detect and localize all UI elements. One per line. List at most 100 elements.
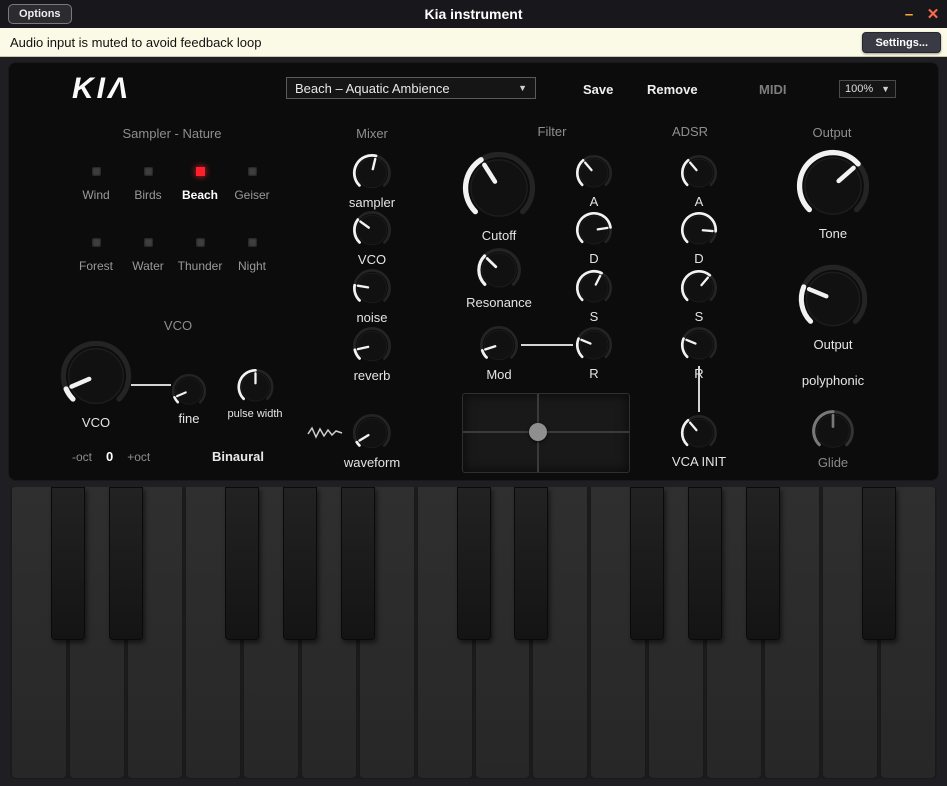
knob-dial[interactable]: [352, 413, 392, 453]
keyboard: [10, 487, 937, 779]
piano-key-black[interactable]: [283, 487, 317, 640]
remove-button[interactable]: Remove: [647, 82, 698, 97]
knob-dial[interactable]: [797, 263, 869, 335]
sample-led: [248, 238, 257, 247]
piano-key-black[interactable]: [225, 487, 259, 640]
knob-dial[interactable]: [680, 154, 718, 192]
knob-label: Resonance: [466, 295, 532, 310]
knob-label: S: [695, 309, 704, 324]
sample-label: Night: [238, 259, 266, 273]
sample-button-forest[interactable]: Forest: [70, 238, 122, 273]
piano-key-black[interactable]: [746, 487, 780, 640]
knob-dial[interactable]: [680, 326, 718, 364]
knob-dial[interactable]: [479, 325, 519, 365]
output-knob: Output: [797, 263, 869, 352]
mixer-reverb-knob: reverb: [352, 326, 392, 383]
knob-dial[interactable]: [575, 211, 613, 249]
filter-section-title: Filter: [538, 124, 567, 139]
zoom-select[interactable]: 100% ▼: [839, 80, 896, 98]
piano-key-black[interactable]: [514, 487, 548, 640]
waveform-icon: [306, 424, 344, 442]
binaural-toggle[interactable]: Binaural: [212, 449, 264, 464]
chevron-down-icon: ▼: [518, 83, 527, 93]
piano-key-black[interactable]: [341, 487, 375, 640]
mixer-section-title: Mixer: [356, 126, 388, 141]
sample-label: Forest: [79, 259, 113, 273]
filter-cutoff-knob: Cutoff: [461, 150, 537, 243]
knob-label: Output: [813, 337, 852, 352]
sample-button-thunder[interactable]: Thunder: [174, 238, 226, 273]
knob-label: A: [695, 194, 704, 209]
kia-logo-text: KIΛ: [72, 72, 131, 105]
zoom-value: 100%: [845, 83, 873, 95]
octave-down-button[interactable]: -oct: [72, 450, 92, 464]
preset-select[interactable]: Beach – Aquatic Ambience ▼: [286, 77, 536, 99]
xy-pad-handle[interactable]: [529, 423, 547, 441]
sample-led: [248, 167, 257, 176]
fine-knob: fine: [171, 373, 207, 426]
sample-label: Water: [132, 259, 164, 273]
polyphonic-mode-label[interactable]: polyphonic: [802, 373, 864, 388]
sample-button-night[interactable]: Night: [226, 238, 278, 273]
chevron-down-icon: ▼: [881, 84, 890, 94]
piano-key-black[interactable]: [688, 487, 722, 640]
knob-label: pulse width: [227, 408, 282, 420]
settings-button[interactable]: Settings...: [862, 32, 941, 53]
knob-dial[interactable]: [680, 414, 718, 452]
sample-led: [92, 238, 101, 247]
link-mod-release: [521, 344, 573, 346]
sample-label: Beach: [182, 188, 218, 202]
preset-value: Beach – Aquatic Ambience: [295, 81, 450, 96]
knob-dial[interactable]: [575, 154, 613, 192]
notification-bar: Audio input is muted to avoid feedback l…: [0, 28, 947, 57]
link-vco-fine: [131, 384, 171, 386]
window-title: Kia instrument: [0, 6, 947, 22]
knob-label: VCO: [358, 252, 386, 267]
octave-value: 0: [106, 449, 113, 464]
filter-release-knob: R: [575, 326, 613, 381]
sample-button-geiser[interactable]: Geiser: [226, 167, 278, 202]
knob-dial[interactable]: [680, 211, 718, 249]
xy-pad[interactable]: [462, 393, 630, 473]
sample-label: Thunder: [178, 259, 223, 273]
knob-dial[interactable]: [352, 326, 392, 366]
knob-dial[interactable]: [476, 247, 522, 293]
knob-dial[interactable]: [795, 148, 871, 224]
octave-up-button[interactable]: +oct: [127, 450, 150, 464]
knob-dial[interactable]: [680, 269, 718, 307]
knob-dial[interactable]: [352, 268, 392, 308]
kia-logo: KIΛ: [70, 70, 180, 106]
knob-dial[interactable]: [59, 339, 133, 413]
sample-button-wind[interactable]: Wind: [70, 167, 122, 202]
save-button[interactable]: Save: [583, 82, 613, 97]
knob-dial[interactable]: [352, 153, 392, 193]
knob-dial[interactable]: [575, 269, 613, 307]
knob-dial[interactable]: [171, 373, 207, 409]
options-button[interactable]: Options: [8, 4, 72, 24]
sample-button-water[interactable]: Water: [122, 238, 174, 273]
sampler-section-title: Sampler - Nature: [123, 126, 222, 141]
adsr-release-knob: R: [680, 326, 718, 381]
knob-dial[interactable]: [575, 326, 613, 364]
knob-dial[interactable]: [811, 409, 855, 453]
filter-attack-knob: A: [575, 154, 613, 209]
knob-dial[interactable]: [461, 150, 537, 226]
piano-key-black[interactable]: [51, 487, 85, 640]
sample-led: [196, 167, 205, 176]
vco-main-knob: VCO: [59, 339, 133, 430]
piano-key-black[interactable]: [457, 487, 491, 640]
piano-key-black[interactable]: [109, 487, 143, 640]
sample-button-beach[interactable]: Beach: [174, 167, 226, 202]
sample-button-birds[interactable]: Birds: [122, 167, 174, 202]
close-button[interactable]: ✕: [921, 0, 945, 28]
piano-key-black[interactable]: [630, 487, 664, 640]
knob-dial[interactable]: [236, 368, 274, 406]
glide-knob: Glide: [811, 409, 855, 470]
piano-key-black[interactable]: [862, 487, 896, 640]
title-bar: Options Kia instrument – ✕: [0, 0, 947, 28]
knob-label: S: [590, 309, 599, 324]
knob-dial[interactable]: [352, 210, 392, 250]
filter-resonance-knob: Resonance: [466, 247, 532, 310]
minimize-button[interactable]: –: [897, 0, 921, 28]
midi-button[interactable]: MIDI: [759, 82, 786, 97]
